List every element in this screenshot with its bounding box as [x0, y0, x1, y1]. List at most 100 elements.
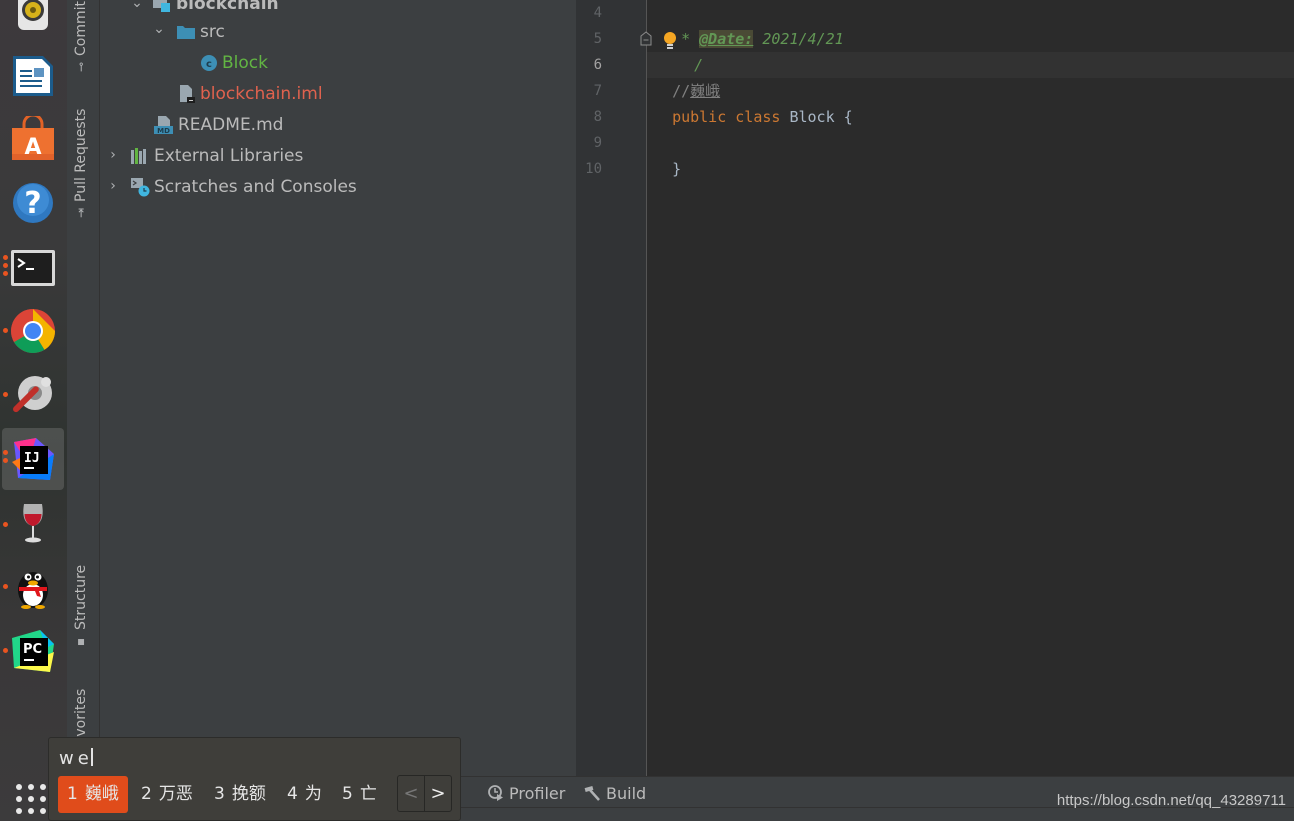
chrome-icon: [11, 309, 56, 354]
candidate-number: 2: [141, 784, 152, 804]
running-indicator: [3, 522, 8, 527]
ime-candidate-4[interactable]: 4为: [287, 776, 322, 813]
doc-date-value: 2021/4/21: [753, 30, 844, 48]
line-number: 5: [593, 31, 602, 47]
tree-item-label: blockchain: [176, 0, 279, 14]
ime-candidate-1[interactable]: 1 巍峨: [58, 776, 128, 813]
running-indicator: [3, 584, 8, 589]
dock-item-system-settings[interactable]: [0, 364, 67, 426]
chevron-down-icon[interactable]: ⌄: [130, 0, 144, 11]
ime-candidate-3[interactable]: 3 挽额: [214, 776, 266, 813]
ubuntu-dock: A ? IJ PC: [0, 0, 67, 821]
line-number: 10: [585, 161, 602, 177]
dock-item-wine[interactable]: [0, 492, 67, 554]
tree-item-blockchain-iml[interactable]: blockchain.iml: [178, 81, 323, 107]
running-indicator: [3, 255, 8, 260]
writer-document-icon: [13, 56, 53, 96]
pycharm-icon: PC: [12, 630, 54, 672]
tab-profiler[interactable]: Profiler: [487, 783, 565, 803]
code-line-9: }: [654, 130, 681, 178]
show-applications-button[interactable]: [16, 784, 50, 818]
dock-item-ubuntu-software[interactable]: A: [0, 108, 67, 170]
tree-item-block-class[interactable]: c Block: [200, 50, 268, 76]
grid-dot: [28, 808, 34, 814]
libraries-icon: [131, 148, 146, 164]
tree-item-src-folder[interactable]: ⌄ src: [152, 19, 225, 45]
folder-icon: [177, 26, 195, 39]
commit-icon: ⊸: [74, 61, 88, 72]
shopping-bag-icon: A: [12, 116, 54, 160]
chevron-left-icon: <: [403, 783, 419, 804]
tab-build[interactable]: Build: [584, 783, 646, 803]
svg-text:?: ?: [24, 186, 41, 221]
svg-text:MD: MD: [157, 127, 170, 135]
qq-penguin-icon: [18, 572, 48, 609]
class-name: Block: [789, 108, 835, 126]
left-tool-window-stripe: ⊸ Commit ⇥ Pull Requests ▪ Structure ★ F…: [67, 0, 100, 776]
keyword-public: public: [672, 108, 727, 126]
tab-build-label: Build: [606, 783, 647, 803]
chevron-right-icon[interactable]: ›: [106, 178, 120, 194]
code-line-7: public class Block {: [654, 78, 853, 126]
hammer-icon: [584, 786, 600, 801]
tree-item-readme[interactable]: MD README.md: [154, 112, 283, 138]
dock-item-pycharm[interactable]: PC: [0, 620, 67, 682]
dock-item-help[interactable]: ?: [0, 172, 67, 234]
svg-text:A: A: [24, 135, 41, 160]
tree-item-scratches-consoles[interactable]: › Scratches and Consoles: [106, 174, 357, 200]
pull-request-icon: ⇥: [74, 207, 88, 218]
candidate-text: 巍峨: [84, 784, 119, 804]
dock-item-rhythmbox[interactable]: [0, 0, 67, 40]
tree-item-external-libraries[interactable]: › External Libraries: [106, 143, 303, 169]
candidate-number: 5: [342, 784, 353, 804]
ime-prev-page-button[interactable]: <: [398, 776, 424, 811]
grid-dot: [40, 796, 46, 802]
chevron-down-icon[interactable]: ⌄: [152, 21, 166, 37]
code-line-4: * @Date: 2021/4/21: [654, 0, 844, 48]
help-icon: ?: [13, 183, 53, 223]
speaker-icon: [18, 0, 48, 30]
tab-structure-label: Structure: [73, 564, 89, 630]
text-caret: [90, 748, 93, 766]
grid-dot: [16, 796, 22, 802]
ime-candidate-2[interactable]: 2 万恶: [141, 776, 193, 813]
ime-preedit: we: [59, 748, 93, 769]
grid-dot: [40, 784, 46, 790]
line-number: 4: [593, 5, 602, 21]
grid-dot: [28, 796, 34, 802]
chevron-right-icon[interactable]: ›: [106, 147, 120, 163]
tab-pull-requests[interactable]: ⇥ Pull Requests: [73, 98, 89, 218]
tree-item-label: Block: [222, 53, 268, 73]
grid-dot: [28, 784, 34, 790]
java-class-icon: c: [201, 55, 217, 71]
svg-text:PC: PC: [23, 642, 42, 657]
tree-item-label: blockchain.iml: [200, 84, 323, 104]
running-indicator: [3, 392, 8, 397]
candidate-number: 3: [214, 784, 225, 804]
close-brace: }: [672, 160, 682, 178]
running-indicator: [3, 328, 8, 333]
ime-candidate-5[interactable]: 5亡: [342, 776, 377, 813]
ime-next-page-button[interactable]: >: [424, 776, 451, 811]
line-number: 9: [593, 135, 602, 151]
tab-pull-requests-label: Pull Requests: [73, 108, 89, 202]
candidate-text: 挽额: [231, 784, 266, 804]
current-line-highlight: [647, 52, 1294, 78]
fold-marker-icon[interactable]: [640, 31, 652, 46]
tab-commit[interactable]: ⊸ Commit: [73, 0, 89, 72]
watermark-url: https://blog.csdn.net/qq_43289711: [1056, 792, 1286, 809]
module-icon: [153, 0, 170, 12]
dock-item-qq[interactable]: [0, 556, 67, 618]
dock-item-terminal[interactable]: [0, 236, 67, 298]
dock-item-chrome[interactable]: [0, 300, 67, 362]
markdown-file-icon: MD: [154, 116, 173, 135]
tree-item-blockchain-module[interactable]: ⌄ blockchain: [130, 0, 279, 17]
doc-tag-date: @Date:: [699, 30, 754, 48]
wine-glass-icon: [23, 504, 43, 543]
dock-item-libreoffice-writer[interactable]: [0, 44, 67, 106]
tab-structure[interactable]: ▪ Structure: [73, 560, 89, 650]
tree-item-label: src: [200, 22, 225, 42]
dock-item-intellij-idea[interactable]: IJ: [2, 428, 64, 490]
ime-preedit-text: we: [59, 748, 93, 769]
line-number-current: 6: [593, 57, 602, 73]
